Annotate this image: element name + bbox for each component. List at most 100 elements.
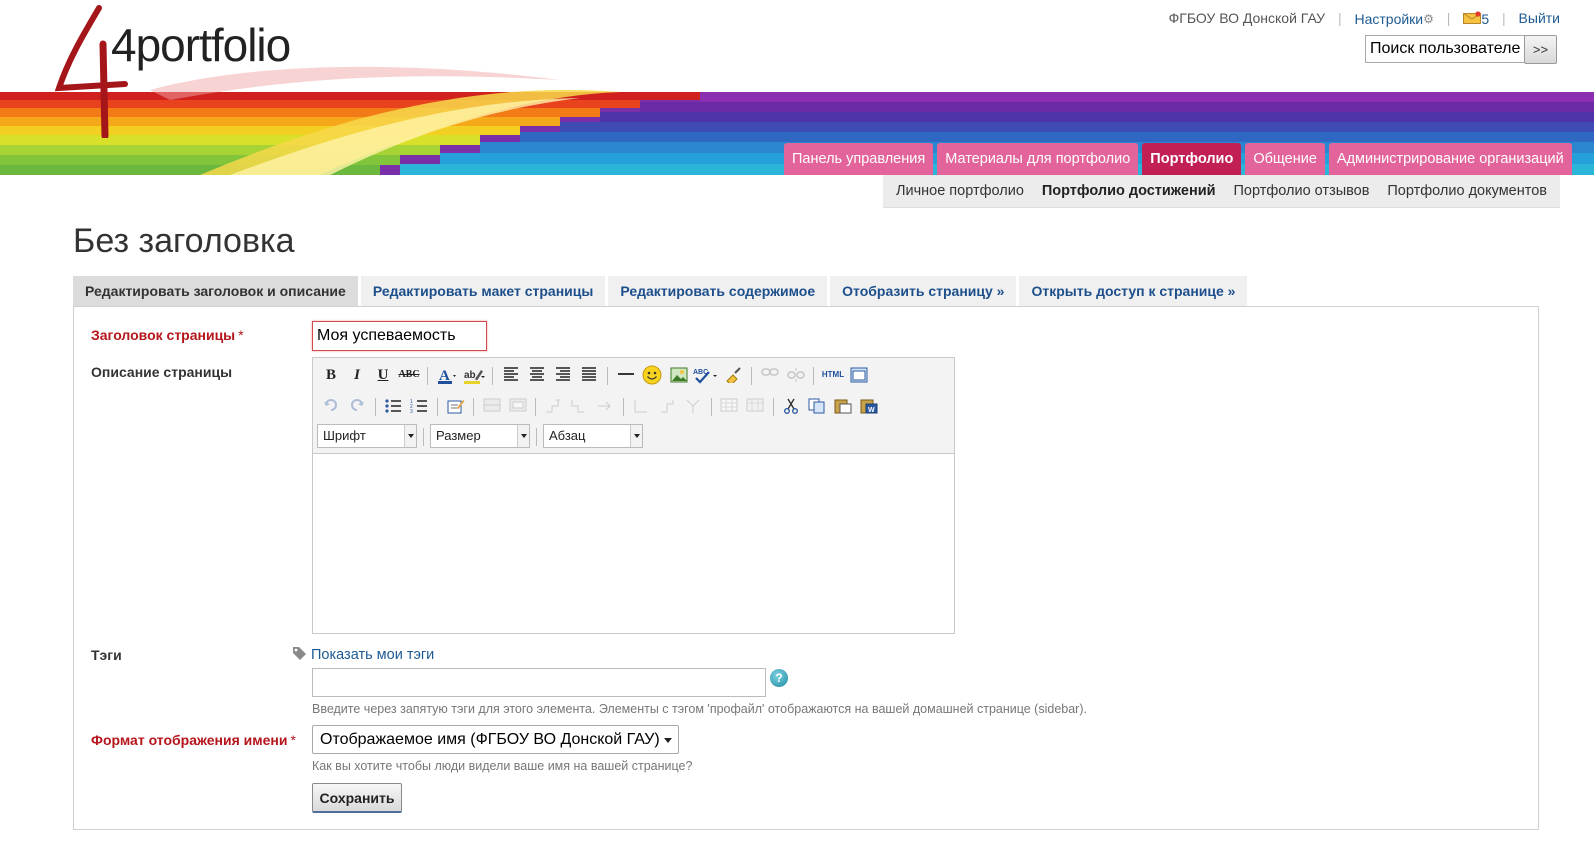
paste-word-icon[interactable]: W <box>857 394 881 418</box>
highlight-color-icon[interactable]: ab <box>462 363 486 387</box>
show-my-tags-text: Показать мои тэги <box>311 647 435 663</box>
name-format-label: Формат отображения имени * <box>91 732 296 748</box>
name-format-selected-value: Отображаемое имя (ФГБОУ ВО Донской ГАУ) <box>320 731 660 748</box>
separator: | <box>1502 10 1506 27</box>
align-justify-icon[interactable] <box>577 363 601 387</box>
name-format-select[interactable]: Отображаемое имя (ФГБОУ ВО Донской ГАУ) <box>312 725 679 754</box>
tab-display-page[interactable]: Отобразить страницу » <box>830 276 1017 306</box>
tab-share-page[interactable]: Открыть доступ к странице » <box>1019 276 1248 306</box>
align-center-icon[interactable] <box>525 363 549 387</box>
font-family-select[interactable]: Шрифт <box>317 424 417 448</box>
page-title-input[interactable] <box>312 321 487 351</box>
sub-tab-personal[interactable]: Личное портфолио <box>896 183 1024 199</box>
edit-block-icon[interactable] <box>444 394 468 418</box>
underline-button[interactable]: U <box>371 363 395 387</box>
help-icon[interactable]: ? <box>770 669 788 687</box>
search-button[interactable]: >> <box>1524 35 1557 64</box>
bullet-list-icon[interactable] <box>381 394 405 418</box>
required-mark: * <box>290 732 296 748</box>
search-input[interactable] <box>1365 35 1525 63</box>
toolbar-separator <box>607 367 608 385</box>
envelope-icon <box>1463 11 1482 24</box>
nav-tab-dashboard[interactable]: Панель управления <box>784 143 934 175</box>
toolbar-separator <box>751 367 752 385</box>
editor-content-area[interactable] <box>313 453 954 633</box>
tab-edit-content[interactable]: Редактировать содержимое <box>608 276 828 306</box>
name-format-label-text: Формат отображения имени <box>91 732 288 748</box>
editor-toolbar-row-1: B I U ABC A ab ABC HTML <box>317 363 947 389</box>
horizontal-rule-icon[interactable] <box>614 363 638 387</box>
save-button[interactable]: Сохранить <box>312 783 402 813</box>
redo-icon[interactable] <box>345 394 369 418</box>
toolbar-separator <box>711 398 712 416</box>
nav-tab-portfolio[interactable]: Портфолио <box>1142 143 1242 175</box>
table-props-icon[interactable] <box>681 394 705 418</box>
bold-button[interactable]: B <box>319 363 343 387</box>
header: 4portfolio ФГБОУ ВО Донской ГАУ | Настро… <box>0 0 1594 180</box>
toolbar-separator <box>535 398 536 416</box>
unlink-icon[interactable] <box>784 363 808 387</box>
logout-link[interactable]: Выйти <box>1519 10 1560 26</box>
align-right-icon[interactable] <box>551 363 575 387</box>
clean-format-icon[interactable] <box>721 363 745 387</box>
emoticon-icon[interactable] <box>640 363 664 387</box>
page-title: Без заголовка <box>73 222 295 260</box>
toolbar-separator <box>427 367 428 385</box>
html-source-button[interactable]: HTML <box>820 363 846 387</box>
font-size-select[interactable]: Размер <box>430 424 530 448</box>
toolbar-separator <box>375 398 376 416</box>
required-mark: * <box>238 327 244 343</box>
toolbar-separator <box>423 428 424 446</box>
strikethrough-button[interactable]: ABC <box>397 363 421 387</box>
link-icon[interactable] <box>758 363 782 387</box>
messages-link[interactable]: 5 <box>1463 10 1489 27</box>
paste-icon[interactable] <box>831 394 855 418</box>
cut-icon[interactable] <box>779 394 803 418</box>
toolbar-separator <box>773 398 774 416</box>
align-left-icon[interactable] <box>499 363 523 387</box>
settings-link[interactable]: Настройки⚙ <box>1354 10 1433 27</box>
page-description-label: Описание страницы <box>91 364 233 380</box>
italic-button[interactable]: I <box>345 363 369 387</box>
copy-icon[interactable] <box>805 394 829 418</box>
toolbar-separator <box>623 398 624 416</box>
tags-hint: Введите через запятую тэги для этого эле… <box>312 702 1087 716</box>
svg-text:3: 3 <box>410 409 413 414</box>
logo[interactable]: 4portfolio <box>55 4 325 138</box>
table-row-after-icon[interactable] <box>506 394 530 418</box>
table-merge-icon[interactable] <box>629 394 653 418</box>
undo-icon[interactable] <box>319 394 343 418</box>
page-title-label: Заголовок страницы * <box>91 327 244 343</box>
table-delete-icon[interactable] <box>743 394 767 418</box>
toolbar-separator <box>492 367 493 385</box>
page-title-label-text: Заголовок страницы <box>91 327 236 343</box>
name-format-hint: Как вы хотите чтобы люди видели ваше имя… <box>312 759 693 773</box>
tags-input[interactable] <box>312 668 766 697</box>
institution-link[interactable]: ФГБОУ ВО Донской ГАУ <box>1169 10 1325 26</box>
nav-tab-org-admin[interactable]: Администрирование организаций <box>1328 143 1572 175</box>
separator: | <box>1446 10 1451 27</box>
text-color-icon[interactable]: A <box>434 363 458 387</box>
table-insert-icon[interactable] <box>717 394 741 418</box>
sub-tab-documents[interactable]: Портфолио документов <box>1387 183 1547 199</box>
sub-tab-reviews[interactable]: Портфолио отзывов <box>1233 183 1369 199</box>
tab-edit-layout[interactable]: Редактировать макет страницы <box>360 276 606 306</box>
sub-tab-achievements[interactable]: Портфолио достижений <box>1042 183 1216 199</box>
nav-tab-materials[interactable]: Материалы для портфолио <box>937 143 1139 175</box>
paragraph-format-select[interactable]: Абзац <box>543 424 643 448</box>
fullscreen-icon[interactable] <box>847 363 871 387</box>
table-row-before-icon[interactable] <box>480 394 504 418</box>
editor-toolbar-row-3: Шрифт Размер Абзац <box>317 424 947 450</box>
tab-edit-title[interactable]: Редактировать заголовок и описание <box>73 276 358 306</box>
show-my-tags-link[interactable]: Показать мои тэги <box>291 645 434 663</box>
table-col-before-icon[interactable] <box>541 394 565 418</box>
insert-image-icon[interactable] <box>667 363 691 387</box>
numbered-list-icon[interactable]: 123 <box>407 394 431 418</box>
nav-tab-communication[interactable]: Общение <box>1245 143 1325 175</box>
font-family-select-label: Шрифт <box>323 428 366 443</box>
rich-text-editor: B I U ABC A ab ABC HTML 1 2 3 W Шрифт Ра… <box>312 357 955 634</box>
table-col-after-icon[interactable] <box>567 394 591 418</box>
spellcheck-icon[interactable]: ABC <box>693 363 717 387</box>
table-delete-col-icon[interactable] <box>593 394 617 418</box>
table-split-icon[interactable] <box>655 394 679 418</box>
